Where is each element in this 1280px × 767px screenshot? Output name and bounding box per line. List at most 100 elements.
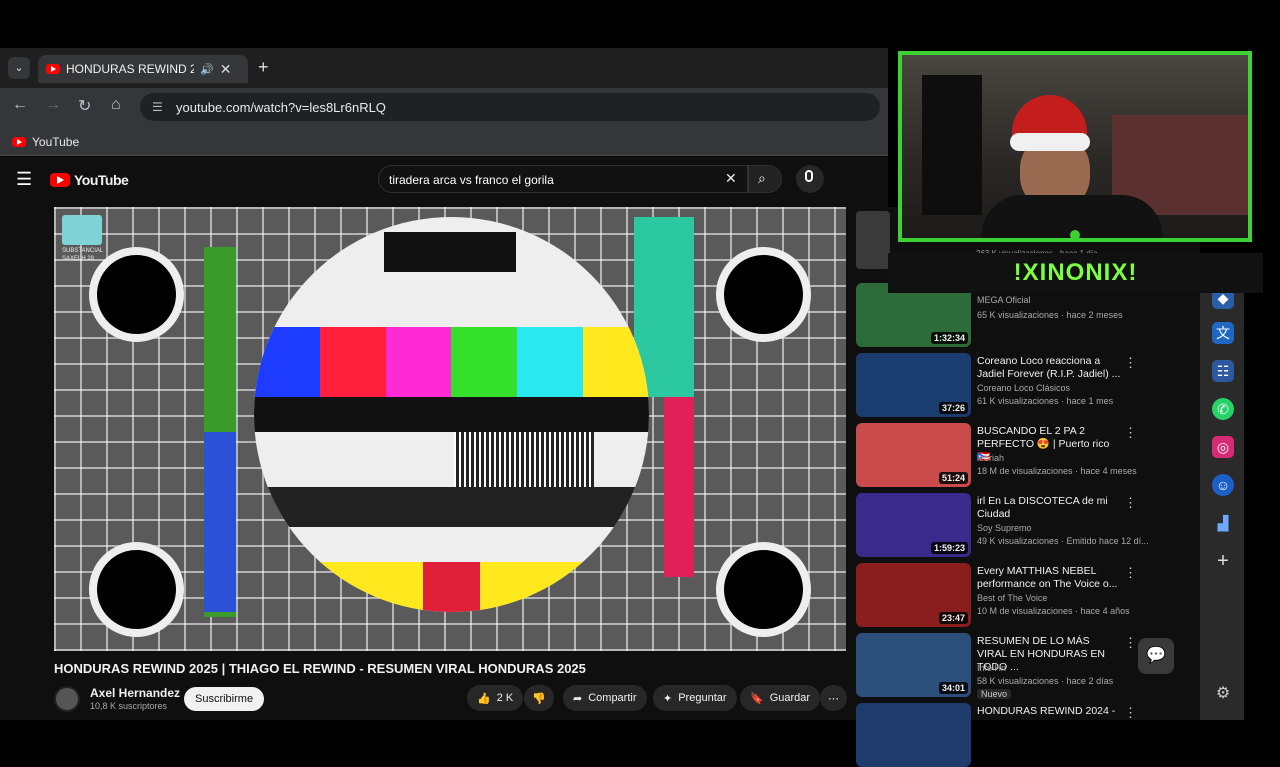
more-vertical-icon[interactable]: ⋮ (1124, 565, 1137, 581)
search-icon: ⌕ (758, 170, 766, 186)
recommendation-meta: 10 M de visualizaciones · hace 4 años (977, 606, 1130, 616)
bookmark-icon: 🔖 (750, 692, 764, 705)
like-count: 2 K (496, 692, 514, 704)
hamburger-menu-icon[interactable]: ☰ (16, 169, 32, 190)
more-horizontal-icon: ⋯ (828, 692, 839, 705)
tab-title: HONDURAS REWIND 2025 | (66, 62, 194, 76)
search-button[interactable]: ⌕ (748, 165, 782, 193)
recommendation-channel[interactable]: Best of The Voice (977, 593, 1047, 603)
audio-playing-icon[interactable]: 🔊 (200, 63, 214, 76)
video-thumbnail[interactable] (856, 703, 971, 767)
test-card-corner-circle (89, 542, 184, 637)
video-thumbnail[interactable]: 37:26 (856, 353, 971, 417)
browser-tab-active[interactable]: HONDURAS REWIND 2025 | 🔊 ✕ (38, 55, 248, 83)
test-card-magenta-strip (664, 397, 694, 577)
recommendation-channel[interactable]: MEGA Oficial (977, 295, 1031, 305)
microphone-icon (805, 170, 813, 182)
recommendation-title[interactable]: irl En La DISCOTECA de mi Ciudad (977, 495, 1122, 521)
bookmark-youtube[interactable]: YouTube (12, 135, 79, 149)
ask-button[interactable]: ✦ Preguntar (653, 685, 737, 711)
channel-watermark-icon (62, 215, 102, 245)
more-vertical-icon[interactable]: ⋮ (1124, 705, 1137, 721)
save-button[interactable]: 🔖 Guardar (740, 685, 821, 711)
share-arrow-icon: ➦ (573, 692, 583, 705)
recommendation-card[interactable]: 23:47 Every MATTHIAS NEBEL performance on… (856, 563, 1196, 627)
recommendation-title[interactable]: HONDURAS REWIND 2024 - (977, 705, 1122, 718)
recommendation-meta: 61 K visualizaciones · hace 1 mes (977, 396, 1114, 406)
translate-extension-icon[interactable]: 文 (1212, 322, 1234, 344)
webcam-overlay (898, 51, 1252, 242)
recommendation-channel[interactable]: Coreano Loco Clásicos (977, 383, 1070, 393)
video-overlay-text: SUBSTANCIAL SAXELH 28 (62, 248, 104, 262)
share-button[interactable]: ➦ Compartir (563, 685, 647, 711)
chat-bubble-icon: 💬 (1146, 647, 1166, 664)
instagram-icon[interactable]: ◎ (1212, 436, 1234, 458)
recommendation-channel[interactable]: Soy Supremo (977, 523, 1032, 533)
recommendation-channel[interactable]: lebriah (977, 453, 1004, 463)
recommendation-card[interactable]: 1:59:23 irl En La DISCOTECA de mi Ciudad ⋮… (856, 493, 1196, 557)
address-bar[interactable]: ☰ youtube.com/watch?v=les8Lr6nRLQ (140, 93, 880, 121)
subscribe-button[interactable]: Suscribirme (184, 687, 265, 711)
duration-badge: 1:32:34 (930, 332, 968, 344)
youtube-favicon-icon (46, 64, 60, 74)
test-card-corner-circle (716, 247, 811, 342)
voice-search-button[interactable] (796, 165, 824, 193)
more-vertical-icon[interactable]: ⋮ (1124, 425, 1137, 441)
thumbs-up-icon: 👍 (477, 692, 491, 705)
chat-assistant-button[interactable]: 💬 (1138, 638, 1174, 674)
whatsapp-icon[interactable]: ✆ (1212, 398, 1234, 420)
close-tab-icon[interactable]: ✕ (220, 61, 232, 78)
test-card-main-circle (254, 217, 649, 612)
duration-badge: 37:26 (938, 402, 968, 414)
new-badge: Nuevo (977, 689, 1012, 699)
notes-extension-icon[interactable]: ☷ (1212, 360, 1234, 382)
recommendation-channel[interactable]: Info Hn (977, 663, 1006, 673)
home-icon[interactable]: ⌂ (111, 96, 121, 114)
bookmarks-bar (0, 126, 888, 156)
video-player[interactable]: SUBSTANCIAL SAXELH 28 (54, 207, 846, 651)
bot-extension-icon[interactable]: ☺ (1212, 474, 1234, 496)
video-thumbnail[interactable]: 23:47 (856, 563, 971, 627)
test-card-blue-strip (204, 432, 236, 612)
recommendation-title[interactable]: Coreano Loco reacciona a Jadiel Forever … (977, 355, 1122, 381)
recommendation-meta: 65 K visualizaciones · hace 2 meses (977, 310, 1123, 320)
channel-name[interactable]: Axel Hernandez (90, 686, 180, 700)
partial-thumbnail[interactable] (856, 211, 890, 269)
thumbs-down-icon: 👎 (532, 692, 546, 705)
duration-badge: 34:01 (938, 682, 968, 694)
recommendation-card[interactable]: HONDURAS REWIND 2024 - ⋮ (856, 703, 1196, 767)
clear-search-icon[interactable]: ✕ (725, 170, 737, 187)
youtube-logo-icon (50, 173, 70, 187)
more-vertical-icon[interactable]: ⋮ (1124, 635, 1137, 651)
new-tab-icon[interactable]: + (258, 57, 269, 78)
video-thumbnail[interactable]: 51:24 (856, 423, 971, 487)
channel-avatar[interactable] (54, 686, 80, 712)
recommendation-meta: 49 K visualizaciones · Emitido hace 12 d… (977, 536, 1149, 546)
more-vertical-icon[interactable]: ⋮ (1124, 355, 1137, 371)
reload-icon[interactable]: ↻ (78, 96, 91, 116)
forward-arrow-icon[interactable]: → (45, 96, 61, 114)
tab-search-chevron-icon[interactable]: ⌄ (8, 57, 30, 79)
recommendation-card[interactable]: 51:24 BUSCANDO EL 2 PA 2 PERFECTO 😍 | Pue… (856, 423, 1196, 487)
recommendation-title[interactable]: Every MATTHIAS NEBEL performance on The … (977, 565, 1122, 591)
recommendation-meta: 18 M de visualizaciones · hace 4 meses (977, 466, 1137, 476)
youtube-logo[interactable]: YouTube (50, 172, 129, 188)
video-thumbnail[interactable]: 1:59:23 (856, 493, 971, 557)
like-button[interactable]: 👍 2 K (467, 685, 524, 711)
streamer-name: !XINONIX! (888, 253, 1263, 293)
search-input[interactable]: tiradera arca vs franco el gorila (378, 165, 748, 193)
recommendation-card[interactable]: 37:26 Coreano Loco reacciona a Jadiel For… (856, 353, 1196, 417)
back-arrow-icon[interactable]: ← (12, 96, 28, 114)
more-actions-button[interactable]: ⋯ (820, 685, 847, 711)
recommendation-meta: 58 K visualizaciones · hace 2 días (977, 676, 1114, 686)
dislike-button[interactable]: 👎 (524, 685, 554, 711)
ask-label: Preguntar (678, 692, 727, 704)
analytics-chart-icon[interactable]: ▟ (1212, 512, 1234, 534)
extension-icon-rail (1200, 280, 1244, 720)
site-info-icon[interactable]: ☰ (152, 100, 163, 114)
duration-badge: 51:24 (938, 472, 968, 484)
add-icon[interactable]: + (1212, 550, 1234, 572)
video-thumbnail[interactable]: 34:01 (856, 633, 971, 697)
more-vertical-icon[interactable]: ⋮ (1124, 495, 1137, 511)
settings-gear-icon[interactable]: ⚙ (1212, 683, 1234, 705)
